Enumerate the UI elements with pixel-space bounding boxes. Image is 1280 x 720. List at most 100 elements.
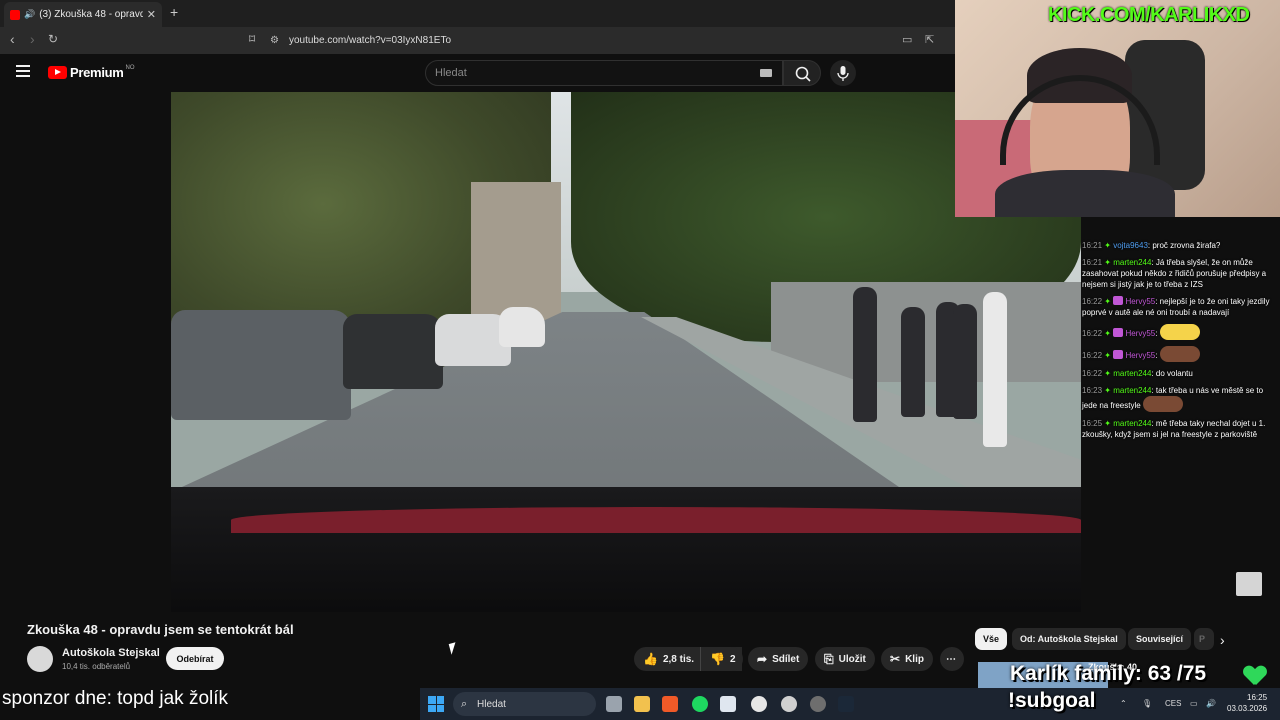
badge-icon: ✦	[1104, 419, 1111, 428]
tray-chevron-icon[interactable]: ⌃	[1120, 699, 1127, 708]
badge-icon: ✦	[1104, 241, 1111, 250]
volume-icon[interactable]: 🔊	[1206, 699, 1216, 708]
file-explorer-icon[interactable]	[634, 696, 650, 712]
country-code: NO	[125, 64, 135, 71]
chat-message: 16:22 ✦ Hervy55:	[1082, 324, 1277, 340]
ccleaner-icon[interactable]	[751, 696, 767, 712]
parked-car	[343, 314, 443, 389]
heart-icon	[1244, 666, 1266, 686]
chat-message: 16:23 ✦ marten244: tak třeba u nás ve mě…	[1082, 386, 1264, 412]
dislike-icon: 👎	[710, 652, 725, 666]
bookmark-icon[interactable]: ⌑	[249, 32, 255, 46]
close-tab-icon[interactable]: ✕	[147, 8, 156, 21]
steam-icon[interactable]	[838, 696, 854, 712]
notepad-icon[interactable]	[720, 696, 736, 712]
badge-icon: ✦	[1104, 386, 1111, 395]
youtube-logo[interactable]: Premium NO	[48, 65, 135, 80]
search-input[interactable]: Hledat	[425, 60, 783, 86]
badge-icon: ✦	[1104, 258, 1111, 267]
share-icon: ➦	[757, 652, 768, 666]
video-title: Zkouška 48 - opravdu jsem se tentokrát b…	[27, 622, 294, 637]
subscriber-count: 10,4 tis. odběratelů	[62, 662, 131, 671]
emote-icon	[1159, 346, 1200, 362]
webcam-overlay	[955, 0, 1280, 217]
badge-icon: ✦	[1104, 297, 1111, 306]
clock-date: 03.03.2026	[1227, 704, 1268, 713]
search-icon: ⌕	[461, 698, 468, 710]
keyboard-icon[interactable]	[760, 69, 772, 77]
dislike-button[interactable]: 👎 2	[700, 647, 743, 671]
channel-avatar[interactable]	[27, 646, 53, 672]
chat-message: 16:21 ✦ vojta9643: proč zrovna žirafa?	[1082, 241, 1221, 250]
network-icon[interactable]: ▭	[1190, 699, 1198, 708]
share-button[interactable]: ➦ Sdílet	[748, 647, 809, 671]
chat-message: 16:22 ✦ marten244: do volantu	[1082, 369, 1193, 378]
mic-icon	[837, 66, 849, 81]
chip-related[interactable]: Související	[1128, 628, 1192, 650]
mic-tray-icon[interactable]: 🎙	[1142, 699, 1152, 708]
save-button[interactable]: ⎘ Uložit	[815, 647, 875, 671]
chip-channel[interactable]: Od: Autoškola Stejskal	[1012, 628, 1126, 650]
sub-badge-icon	[1113, 350, 1124, 359]
clock-time: 16:25	[1247, 693, 1268, 702]
url-text: youtube.com/watch?v=03IyxN81ETo	[288, 35, 452, 46]
stream-chat: 16:21 ✦ vojta9643: proč zrovna žirafa? 1…	[1082, 240, 1277, 446]
clip-icon: ✂	[890, 652, 901, 666]
chat-message: 16:21 ✦ marten244: Já třeba slyšel, že o…	[1082, 258, 1267, 289]
ccleaner2-icon[interactable]	[781, 696, 797, 712]
more-button[interactable]: ⋯	[940, 647, 964, 671]
chevron-right-icon[interactable]: ›	[1220, 632, 1225, 648]
search-button[interactable]	[783, 60, 821, 86]
mouse-cursor	[448, 642, 459, 655]
parked-car	[171, 310, 351, 420]
task-view-icon[interactable]	[606, 696, 622, 712]
back-icon[interactable]: ‹	[10, 31, 15, 47]
obs-icon[interactable]	[810, 696, 826, 712]
voice-search-button[interactable]	[830, 60, 856, 86]
search-placeholder: Hledat	[435, 67, 467, 79]
cast-icon[interactable]: ▭	[902, 33, 912, 46]
brave-icon[interactable]	[662, 696, 678, 712]
badge-icon: ✦	[1104, 351, 1111, 360]
video-player[interactable]	[171, 92, 1081, 612]
reload-icon[interactable]: ↻	[48, 32, 58, 46]
emote-icon	[1142, 396, 1183, 412]
spotify-icon[interactable]	[692, 696, 708, 712]
sub-badge-icon	[1113, 328, 1124, 337]
chat-message: 16:22 ✦ Hervy55: nejlepší je to že oni t…	[1082, 296, 1270, 317]
address-bar[interactable]: ⚙ youtube.com/watch?v=03IyxN81ETo	[270, 30, 890, 51]
tab-title: (3) Zkouška 48 - opravdu jsem	[39, 9, 143, 20]
more-icon: ⋯	[946, 653, 956, 665]
browser-toolbar: ‹ › ↻ ⌑ ⚙ youtube.com/watch?v=03IyxN81ET…	[0, 27, 955, 54]
video-hood	[231, 507, 1081, 533]
parked-car	[499, 307, 545, 347]
subscribe-button[interactable]: Odebírat	[166, 647, 224, 670]
video-dashboard	[171, 487, 1081, 612]
taskbar-search[interactable]: ⌕ Hledat	[453, 692, 596, 716]
site-info-icon[interactable]: ⚙	[270, 35, 279, 46]
language-indicator[interactable]: CES	[1165, 699, 1181, 708]
clip-button[interactable]: ✂ Klip	[881, 647, 933, 671]
channel-name[interactable]: Autoškola Stejskal	[62, 647, 160, 659]
emote-icon	[1159, 324, 1200, 340]
chat-message: 16:25 ✦ marten244: mě třeba taky nechal …	[1082, 419, 1266, 439]
sponsor-banner: sponzor dne: topd jak žolík	[0, 686, 420, 720]
youtube-favicon-icon	[10, 9, 20, 20]
badge-icon: ✦	[1104, 369, 1111, 378]
save-label: Uložit	[838, 653, 866, 665]
chip-all[interactable]: Vše	[975, 628, 1008, 650]
dislike-count: 2	[729, 653, 736, 665]
windows-icon[interactable]	[428, 696, 444, 712]
family-goal: Karlík family: 63 /75	[1010, 662, 1207, 685]
webcam-shirt	[995, 170, 1175, 217]
speaker-icon[interactable]: 🔊	[24, 9, 35, 20]
share-page-icon[interactable]: ⇱	[925, 33, 934, 46]
new-tab-icon[interactable]: +	[170, 4, 178, 20]
taskbar-clock[interactable]: 16:25 03.03.2026	[1227, 692, 1267, 714]
search-icon	[795, 66, 811, 82]
chip-more[interactable]: P	[1194, 628, 1214, 650]
forward-icon[interactable]: ›	[30, 31, 35, 47]
pedestrian	[983, 292, 1007, 447]
browser-tab[interactable]: 🔊 (3) Zkouška 48 - opravdu jsem ✕	[4, 2, 162, 27]
menu-icon[interactable]	[16, 65, 30, 77]
